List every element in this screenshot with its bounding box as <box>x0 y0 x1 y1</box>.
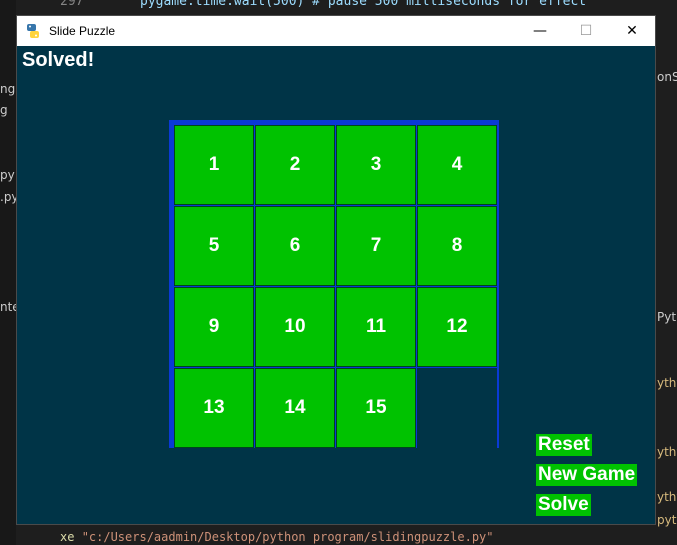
tile-7[interactable]: 7 <box>336 206 416 286</box>
tile-4[interactable]: 4 <box>417 125 497 205</box>
tile-9[interactable]: 9 <box>174 287 254 367</box>
terminal-prefix: xe <box>60 530 75 544</box>
status-message: Solved! <box>22 49 95 71</box>
tile-14[interactable]: 14 <box>255 368 335 448</box>
left-fragment: py <box>0 168 15 182</box>
tile-13[interactable]: 13 <box>174 368 254 448</box>
line-number: 297 <box>60 0 84 9</box>
minimize-button[interactable]: — <box>517 16 563 46</box>
right-fragment: Pyt <box>657 310 677 324</box>
right-fragment: onS <box>657 70 677 84</box>
tile-2[interactable]: 2 <box>255 125 335 205</box>
slide-puzzle-window: Slide Puzzle — ☐ ✕ Solved! 1 2 3 4 5 6 7… <box>16 15 656 525</box>
window-title: Slide Puzzle <box>49 24 116 38</box>
tile-6[interactable]: 6 <box>255 206 335 286</box>
tile-5[interactable]: 5 <box>174 206 254 286</box>
puzzle-board: 1 2 3 4 5 6 7 8 9 10 11 12 13 14 15 <box>169 120 499 448</box>
title-bar[interactable]: Slide Puzzle — ☐ ✕ <box>17 16 655 46</box>
tile-10[interactable]: 10 <box>255 287 335 367</box>
right-fragment: pyth <box>657 513 677 527</box>
terminal-path: "c:/Users/aadmin/Desktop/python program/… <box>81 530 494 544</box>
tile-1[interactable]: 1 <box>174 125 254 205</box>
empty-slot <box>417 368 497 448</box>
left-fragment: ng <box>0 82 16 96</box>
terminal-line: xe "c:/Users/aadmin/Desktop/python progr… <box>60 530 494 544</box>
new-game-button[interactable]: New Game <box>536 464 638 486</box>
close-button[interactable]: ✕ <box>609 16 655 46</box>
tile-15[interactable]: 15 <box>336 368 416 448</box>
right-fragment: ythy <box>657 376 677 390</box>
tile-12[interactable]: 12 <box>417 287 497 367</box>
maximize-button[interactable]: ☐ <box>563 16 609 46</box>
left-fragment: g <box>0 103 8 117</box>
tile-8[interactable]: 8 <box>417 206 497 286</box>
reset-button[interactable]: Reset <box>536 434 592 456</box>
right-fragment: ythy <box>657 490 677 504</box>
tile-3[interactable]: 3 <box>336 125 416 205</box>
solve-button[interactable]: Solve <box>536 494 591 516</box>
pygame-snake-icon <box>25 23 41 39</box>
code-line: pygame.time.wait(500) # pause 500 millis… <box>140 0 587 9</box>
tile-11[interactable]: 11 <box>336 287 416 367</box>
right-fragment: ythy <box>657 445 677 459</box>
